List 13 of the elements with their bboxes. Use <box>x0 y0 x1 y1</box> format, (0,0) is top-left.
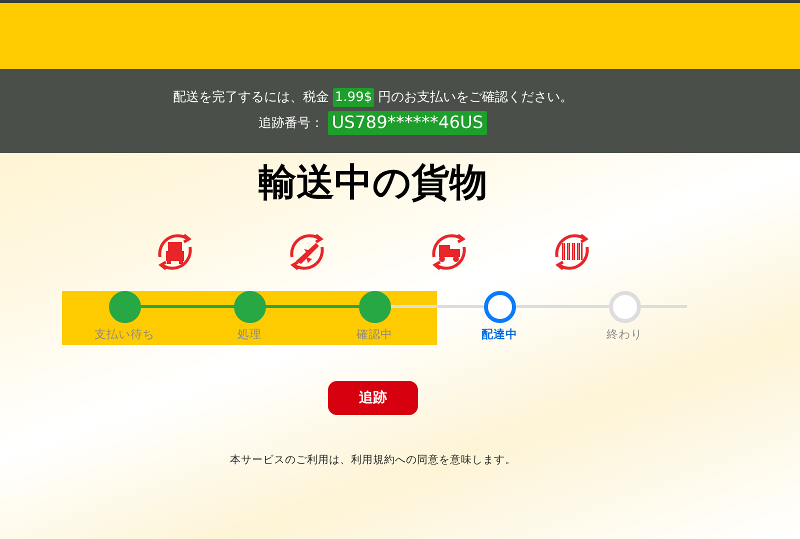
tax-amount: 1.99$ <box>332 88 374 106</box>
page-title: 輸送中の貨物 <box>258 159 488 206</box>
step-label: 終わり <box>606 327 642 342</box>
track-button[interactable]: 追跡 <box>328 381 418 415</box>
notice-text: 配送を完了するには、税金 <box>172 89 329 106</box>
terms-text: 本サービスのご利用は、利用規約への同意を意味します。 <box>230 453 516 467</box>
tracking-number: US789******46US <box>328 110 488 134</box>
notice-text: 円のお支払いをご確認ください。 <box>378 89 574 106</box>
tracking-label: 追跡番号： <box>258 114 324 132</box>
step-label: 確認中 <box>356 327 392 342</box>
step-label: 支払い待ち <box>94 327 154 342</box>
step-label: 配達中 <box>482 327 518 342</box>
step-label: 処理 <box>238 327 262 342</box>
